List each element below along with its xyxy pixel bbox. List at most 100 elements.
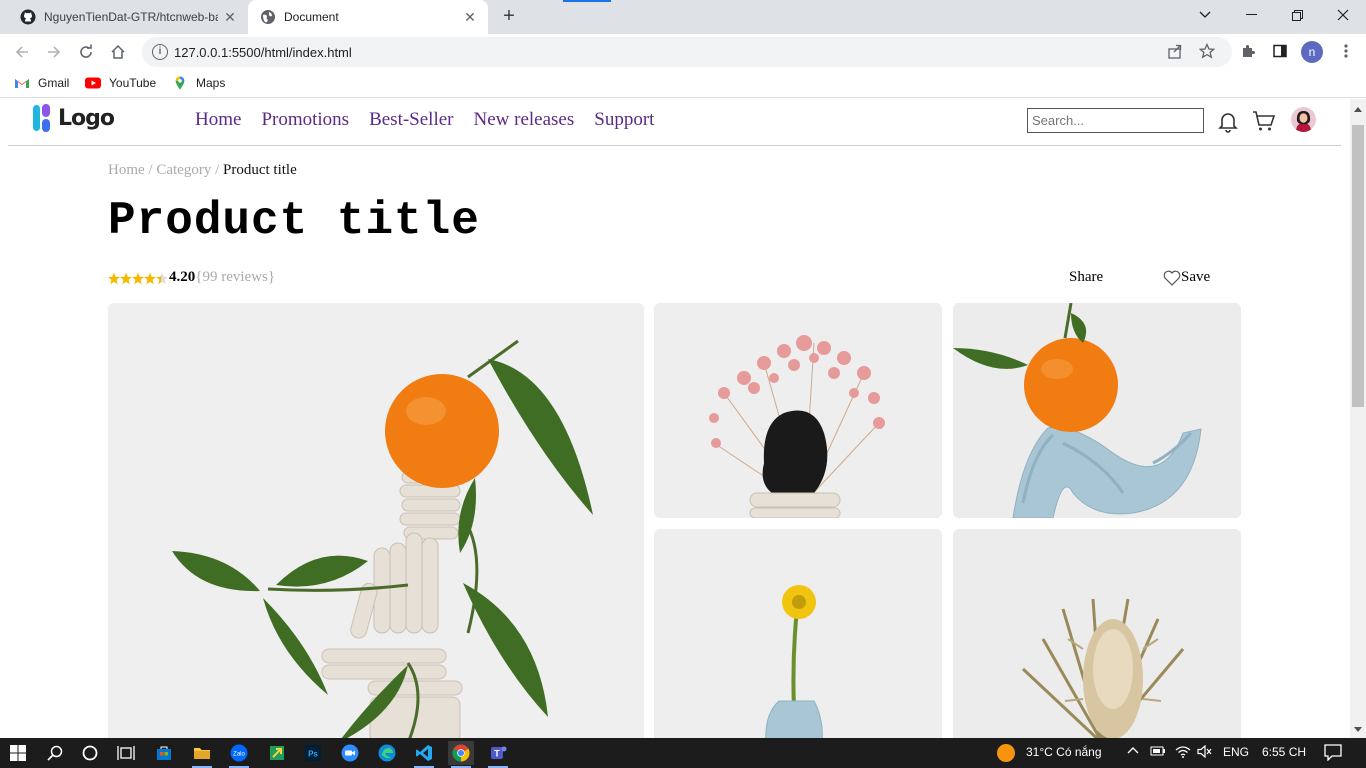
nav-link-support[interactable]: Support <box>594 109 654 131</box>
notification-center-icon[interactable] <box>1324 744 1342 764</box>
breadcrumb-current: Product title <box>223 162 297 178</box>
site-header: Logo Home Promotions Best-Seller New rel… <box>8 99 1341 146</box>
site-logo[interactable]: Logo <box>32 103 115 133</box>
rating-score: 4.20 <box>169 269 196 285</box>
zoom-icon[interactable] <box>337 741 363 765</box>
bell-icon[interactable] <box>1216 109 1240 133</box>
browser-tab-document[interactable]: Document ✕ <box>248 0 488 34</box>
nav-link-best-seller[interactable]: Best-Seller <box>369 109 453 131</box>
page-viewport: Logo Home Promotions Best-Seller New rel… <box>0 99 1350 738</box>
teams-icon[interactable]: T <box>485 741 511 768</box>
address-bar[interactable]: i 127.0.0.1:5500/html/index.html <box>142 37 1232 67</box>
photoshop-icon[interactable]: Ps <box>300 741 326 765</box>
product-thumb-banksia[interactable] <box>953 529 1241 738</box>
logo-text: Logo <box>58 105 115 131</box>
app-icon[interactable] <box>264 741 290 765</box>
scrollbar-thumb[interactable] <box>1352 125 1364 407</box>
tab-title: NguyenTienDat-GTR/htcnweb-ba <box>44 10 218 24</box>
nav-link-promotions[interactable]: Promotions <box>261 109 349 131</box>
new-tab-button[interactable]: + <box>498 6 520 28</box>
edge-icon[interactable] <box>374 741 400 765</box>
page-scrollbar[interactable] <box>1350 99 1366 738</box>
browser-tab-github[interactable]: NguyenTienDat-GTR/htcnweb-ba ✕ <box>8 0 248 34</box>
file-explorer-icon[interactable] <box>189 741 215 768</box>
product-thumb-tangerine-blue[interactable] <box>953 303 1241 518</box>
main-nav: Home Promotions Best-Seller New releases… <box>195 109 674 131</box>
tray-chevron-up-icon[interactable] <box>1127 745 1139 760</box>
weather-text[interactable]: 31°C Có nắng <box>1026 745 1102 759</box>
youtube-icon <box>85 77 101 89</box>
share-page-icon[interactable] <box>1166 43 1184 61</box>
user-avatar[interactable] <box>1291 107 1316 132</box>
breadcrumb: Home / Category / Product title <box>108 162 297 179</box>
chrome-icon[interactable] <box>448 741 474 768</box>
gmail-icon <box>15 79 29 88</box>
search-input[interactable] <box>1027 108 1204 133</box>
profile-avatar[interactable]: n <box>1301 41 1323 63</box>
globe-icon <box>260 9 276 25</box>
close-tab-icon[interactable]: ✕ <box>218 9 242 26</box>
scroll-down-arrow-icon[interactable] <box>1354 727 1362 732</box>
close-tab-icon[interactable]: ✕ <box>458 9 482 26</box>
review-count[interactable]: {99 reviews} <box>195 269 275 286</box>
share-button[interactable]: Share <box>1069 269 1103 286</box>
logo-mark-icon <box>33 104 50 132</box>
input-language[interactable]: ENG <box>1223 745 1249 759</box>
maps-icon <box>175 76 185 90</box>
heart-icon <box>1163 270 1181 286</box>
battery-icon[interactable] <box>1150 745 1166 760</box>
product-main-image[interactable] <box>108 303 644 738</box>
browser-tab-strip: NguyenTienDat-GTR/htcnweb-ba ✕ Document … <box>0 0 1366 34</box>
store-icon[interactable] <box>151 741 177 765</box>
restore-button[interactable] <box>1274 0 1320 30</box>
svg-text:Ps: Ps <box>308 750 318 759</box>
reload-icon[interactable] <box>74 40 98 64</box>
extensions-icon[interactable] <box>1238 43 1258 63</box>
product-thumb-yellow-flower[interactable] <box>654 529 942 738</box>
breadcrumb-home[interactable]: Home <box>108 162 145 178</box>
wifi-icon[interactable] <box>1175 745 1191 761</box>
home-icon[interactable] <box>106 40 130 64</box>
forward-arrow-icon[interactable] <box>42 40 66 64</box>
bookmark-gmail[interactable]: Gmail <box>14 76 69 90</box>
tab-search-icon[interactable] <box>1182 0 1228 30</box>
bookmark-label: Gmail <box>38 76 70 90</box>
svg-text:Zalo: Zalo <box>233 752 245 758</box>
bookmark-youtube[interactable]: YouTube <box>85 76 156 90</box>
rating-stars <box>108 270 168 286</box>
svg-text:T: T <box>494 749 500 759</box>
volume-muted-icon[interactable] <box>1197 744 1213 761</box>
menu-kebab-icon[interactable] <box>1336 43 1356 63</box>
back-arrow-icon[interactable] <box>10 40 34 64</box>
share-label: Share <box>1069 269 1104 285</box>
search-icon[interactable] <box>42 741 68 765</box>
clock-time[interactable]: 6:55 CH <box>1262 745 1306 759</box>
task-view-icon[interactable] <box>113 741 139 765</box>
nav-link-home[interactable]: Home <box>195 109 241 131</box>
github-icon <box>20 9 36 25</box>
minimize-button[interactable] <box>1228 0 1274 30</box>
vscode-icon[interactable] <box>411 741 437 768</box>
bookmarks-bar: Gmail YouTube Maps <box>0 70 1366 98</box>
breadcrumb-separator: / <box>215 162 223 178</box>
save-button[interactable]: Save <box>1163 269 1210 286</box>
cart-icon[interactable] <box>1252 109 1276 133</box>
nav-link-new-releases[interactable]: New releases <box>474 109 575 131</box>
scroll-up-arrow-icon[interactable] <box>1354 107 1362 112</box>
zalo-icon[interactable]: Zalo <box>226 741 252 768</box>
bookmark-maps[interactable]: Maps <box>172 76 225 90</box>
url-text: 127.0.0.1:5500/html/index.html <box>174 45 352 60</box>
cortana-icon[interactable] <box>77 741 103 765</box>
product-thumb-gypsophila[interactable] <box>654 303 942 518</box>
side-panel-icon[interactable] <box>1270 43 1290 63</box>
browser-toolbar: i 127.0.0.1:5500/html/index.html n <box>0 34 1366 70</box>
breadcrumb-category[interactable]: Category <box>156 162 211 178</box>
weather-sun-icon[interactable] <box>996 743 1016 766</box>
bookmark-star-icon[interactable] <box>1198 42 1216 61</box>
windows-taskbar: Zalo Ps T 31°C Có nắng ENG 6:55 CH <box>0 738 1366 768</box>
save-label: Save <box>1181 269 1211 285</box>
windows-start-icon[interactable] <box>5 741 31 765</box>
close-window-button[interactable] <box>1320 0 1366 30</box>
site-info-icon[interactable]: i <box>152 44 168 60</box>
tab-indicator <box>563 0 611 2</box>
